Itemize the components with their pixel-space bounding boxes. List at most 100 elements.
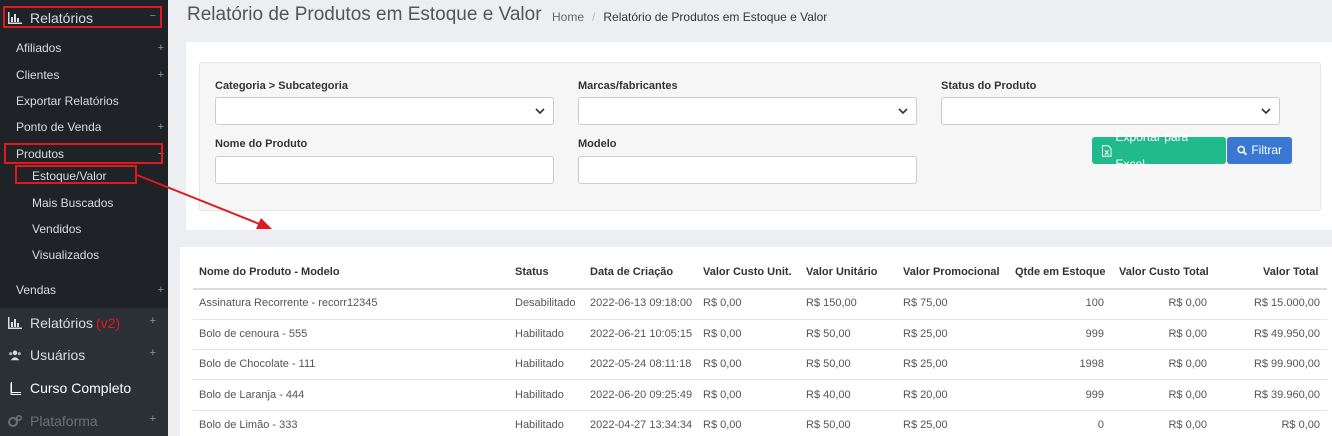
sidebar-item-exportar[interactable]: Exportar Relatórios <box>16 90 164 112</box>
header-divider <box>193 288 1327 290</box>
row-divider <box>193 379 1327 380</box>
sidebar-item-vendidos[interactable]: Vendidos <box>32 219 81 239</box>
table-cell: R$ 0,00 <box>1168 297 1207 309</box>
sidebar-item-vendas[interactable]: Vendas + <box>16 279 164 301</box>
sidebar-item-label: Plataforma <box>30 413 98 429</box>
table-cell: Bolo de Limão - 333 <box>199 419 298 431</box>
table-cell: 2022-04-27 13:34:34 <box>590 419 693 431</box>
table-cell: R$ 150,00 <box>806 297 857 309</box>
file-excel-icon <box>1102 144 1112 157</box>
table-cell: R$ 0,00 <box>703 297 742 309</box>
table-cell: R$ 40,00 <box>806 389 851 401</box>
highlight-box-relatorios <box>3 6 162 28</box>
breadcrumb: Home / Relatório de Produtos em Estoque e … <box>552 10 827 24</box>
table-cell: 100 <box>1085 297 1104 309</box>
sidebar-item-plataforma[interactable]: Plataforma + <box>0 405 168 436</box>
expand-icon[interactable]: + <box>158 37 164 59</box>
table-cell: R$ 25,00 <box>903 419 948 431</box>
expand-icon[interactable]: + <box>158 116 164 138</box>
nome-label: Nome do Produto <box>215 138 308 150</box>
column-header[interactable]: Status <box>515 266 549 278</box>
highlight-box-produtos <box>4 143 163 164</box>
sidebar-item-visualizados[interactable]: Visualizados <box>32 245 99 265</box>
bar-chart-icon <box>8 316 22 330</box>
column-header[interactable]: Valor Custo Total <box>1119 266 1209 278</box>
table-cell: R$ 0,00 <box>1281 419 1320 431</box>
sidebar-item-afiliados[interactable]: Afiliados + <box>16 37 164 59</box>
sidebar-item-label: Afiliados <box>16 41 62 55</box>
export-excel-button[interactable]: Exportar para Excel <box>1092 130 1226 171</box>
column-header[interactable]: Qtde em Estoque <box>1015 266 1105 278</box>
row-divider <box>193 319 1327 320</box>
column-header[interactable]: Data de Criação <box>590 266 673 278</box>
breadcrumb-home[interactable]: Home <box>552 10 584 24</box>
table-cell: Habilitado <box>515 389 564 401</box>
table-cell: R$ 50,00 <box>806 358 851 370</box>
table-cell: Bolo de Laranja - 444 <box>199 389 305 401</box>
table-cell: 2022-05-24 08:11:18 <box>590 358 692 370</box>
table-cell: R$ 75,00 <box>903 297 948 309</box>
modelo-input[interactable] <box>578 156 917 184</box>
sidebar-item-label: Usuários <box>30 347 86 363</box>
sidebar-item-relatorios-v2[interactable]: Relatórios (v2) + <box>0 307 168 339</box>
table-cell: 2022-06-20 09:25:49 <box>590 389 693 401</box>
marcas-select[interactable] <box>578 97 917 125</box>
column-header[interactable]: Valor Promocional <box>903 266 1000 278</box>
table-cell: R$ 0,00 <box>1168 358 1207 370</box>
nome-input[interactable] <box>215 156 554 184</box>
table-cell: 999 <box>1085 328 1104 340</box>
table-cell: 2022-06-21 10:05:15 <box>590 328 693 340</box>
table-cell: R$ 50,00 <box>806 328 851 340</box>
status-select[interactable] <box>941 97 1280 125</box>
column-header[interactable]: Valor Custo Unit. <box>703 266 792 278</box>
sidebar-item-ponto-venda[interactable]: Ponto de Venda + <box>16 116 164 138</box>
table-cell: Bolo de Chocolate - 111 <box>199 358 316 370</box>
table-cell: R$ 99.900,00 <box>1253 358 1320 370</box>
page-title: Relatório de Produtos em Estoque e Valor <box>187 4 542 25</box>
gears-icon <box>8 414 22 428</box>
expand-icon[interactable]: + <box>158 279 164 301</box>
sidebar-item-label: Clientes <box>16 68 60 82</box>
version-badge: (v2) <box>96 315 121 331</box>
table-cell: Desabilitado <box>515 297 576 309</box>
table-cell: Assinatura Recorrente - recorr12345 <box>199 297 378 309</box>
sidebar-item-curso[interactable]: Curso Completo <box>0 372 168 404</box>
sidebar-item-label: Exportar Relatórios <box>16 94 119 108</box>
table-cell: R$ 0,00 <box>1168 389 1207 401</box>
breadcrumb-separator: / <box>592 10 596 24</box>
table-cell: R$ 0,00 <box>703 328 742 340</box>
column-header[interactable]: Valor Unitário <box>806 266 878 278</box>
table-cell: R$ 0,00 <box>1168 419 1207 431</box>
table-cell: Habilitado <box>515 328 564 340</box>
table-cell: R$ 0,00 <box>703 358 742 370</box>
table-cell: R$ 0,00 <box>703 389 742 401</box>
status-label: Status do Produto <box>941 80 1037 92</box>
column-header[interactable]: Valor Total <box>1263 266 1318 278</box>
sidebar-item-label: Ponto de Venda <box>16 120 102 134</box>
chevron-down-icon <box>1261 108 1271 115</box>
table-cell: R$ 39.960,00 <box>1253 389 1320 401</box>
table-cell: Habilitado <box>515 358 564 370</box>
expand-icon[interactable]: + <box>158 64 164 86</box>
expand-icon[interactable]: + <box>150 315 156 327</box>
table-cell: R$ 0,00 <box>703 419 742 431</box>
table-cell: R$ 25,00 <box>903 328 948 340</box>
chevron-down-icon <box>898 108 908 115</box>
table-cell: R$ 49.950,00 <box>1253 328 1320 340</box>
sidebar-item-mais-buscados[interactable]: Mais Buscados <box>32 193 113 213</box>
sidebar-item-clientes[interactable]: Clientes + <box>16 64 164 86</box>
column-header[interactable]: Nome do Produto - Modelo <box>199 266 340 278</box>
export-button-label: Exportar para Excel <box>1115 129 1189 171</box>
expand-icon[interactable]: + <box>150 347 156 359</box>
breadcrumb-current: Relatório de Produtos em Estoque e Valor <box>603 10 828 24</box>
table-cell: 2022-06-13 09:18:00 <box>590 297 693 309</box>
table-cell: R$ 50,00 <box>806 419 851 431</box>
sidebar: Relatórios − Afiliados + Clientes + Expo… <box>0 0 168 436</box>
sidebar-item-usuarios[interactable]: Usuários + <box>0 339 168 371</box>
expand-icon[interactable]: + <box>150 413 156 425</box>
filter-button-label: Filtrar <box>1251 143 1282 157</box>
categoria-select[interactable] <box>215 97 554 125</box>
row-divider <box>193 410 1327 411</box>
filter-button[interactable]: Filtrar <box>1227 137 1292 164</box>
table-cell: Habilitado <box>515 419 564 431</box>
